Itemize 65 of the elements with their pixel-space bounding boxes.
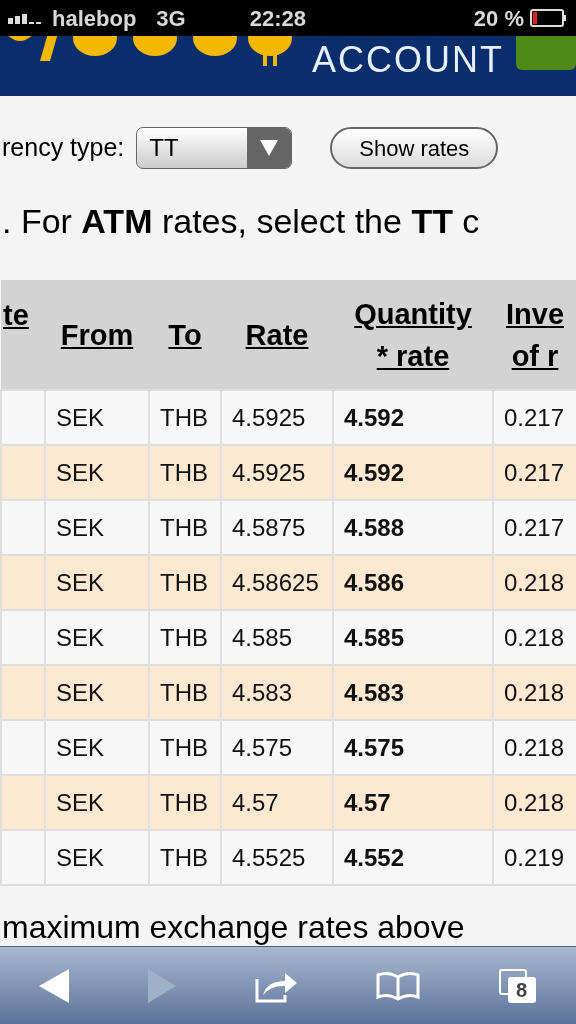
table-cell: 0.218 bbox=[504, 623, 565, 651]
table-cell: 4.592 bbox=[344, 458, 405, 486]
table-cell: SEK bbox=[56, 678, 105, 706]
table-cell: 4.575 bbox=[344, 733, 405, 761]
table-cell: SEK bbox=[56, 733, 105, 761]
column-header-link[interactable]: Rate bbox=[245, 313, 309, 356]
back-icon[interactable] bbox=[39, 969, 70, 1003]
column-header-link[interactable]: te bbox=[3, 293, 29, 336]
table-cell: 0.217 bbox=[504, 458, 565, 486]
table-cell: 4.5925 bbox=[232, 403, 306, 431]
table-cell: 4.575 bbox=[232, 733, 293, 761]
table-cell: 0.219 bbox=[504, 843, 565, 871]
field-label: rency type: bbox=[2, 132, 125, 164]
table-cell: 4.583 bbox=[232, 678, 293, 706]
table-cell: 0.218 bbox=[504, 678, 565, 706]
currency-dropdown[interactable]: TT bbox=[136, 127, 293, 169]
table-cell: THB bbox=[160, 843, 208, 871]
table-cell: 4.592 bbox=[344, 403, 405, 431]
banner-title: ACCOUNT bbox=[312, 38, 504, 82]
battery-icon bbox=[530, 9, 568, 27]
table-cell: 4.57 bbox=[232, 788, 279, 816]
column-header-link[interactable]: Quantity * rate bbox=[354, 292, 472, 377]
table-cell: 4.5525 bbox=[232, 843, 306, 871]
table-cell: SEK bbox=[56, 788, 105, 816]
table-cell: 0.217 bbox=[504, 403, 565, 431]
table-cell: 4.552 bbox=[344, 843, 405, 871]
table-cell: 4.586 bbox=[344, 568, 405, 596]
table-cell: 4.585 bbox=[232, 623, 293, 651]
dropdown-arrow-icon bbox=[260, 140, 279, 156]
table-cell: THB bbox=[160, 678, 208, 706]
table-cell: 0.218 bbox=[504, 788, 565, 816]
table-cell: 4.583 bbox=[344, 678, 405, 706]
battery-percent: 20 % bbox=[473, 4, 524, 33]
table-cell: 4.57 bbox=[344, 788, 391, 816]
show-rates-button[interactable]: Show rates bbox=[330, 127, 499, 169]
bookmarks-icon[interactable] bbox=[375, 971, 420, 1001]
body-text: maximum exchange rates above bbox=[1, 908, 466, 946]
table-cell: THB bbox=[160, 623, 208, 651]
table-cell: SEK bbox=[56, 403, 105, 431]
table-cell: SEK bbox=[56, 623, 105, 651]
table-cell: SEK bbox=[56, 513, 105, 541]
table-cell: THB bbox=[160, 733, 208, 761]
network-type: 3G bbox=[156, 4, 186, 33]
column-header-link[interactable]: Inve of r bbox=[506, 292, 564, 377]
table-cell: SEK bbox=[56, 568, 105, 596]
table-cell: 4.585 bbox=[344, 623, 405, 651]
table-cell: THB bbox=[160, 788, 208, 816]
table-cell: 4.5925 bbox=[232, 458, 306, 486]
carrier-name: halebop bbox=[52, 4, 137, 33]
table-cell: SEK bbox=[56, 458, 105, 486]
instruction-text: . For ATM rates, select the TT c bbox=[2, 201, 481, 242]
table-cell: 0.218 bbox=[504, 733, 565, 761]
table-cell: THB bbox=[160, 513, 208, 541]
table-cell: THB bbox=[160, 403, 208, 431]
column-header-link[interactable]: From bbox=[60, 313, 134, 356]
table-cell: SEK bbox=[56, 843, 105, 871]
table-cell: 0.217 bbox=[504, 513, 565, 541]
table-cell: 4.58625 bbox=[232, 568, 319, 596]
table-cell: 4.5875 bbox=[232, 513, 306, 541]
table-cell: THB bbox=[160, 458, 208, 486]
table-cell: 0.218 bbox=[504, 568, 565, 596]
column-header-link[interactable]: To bbox=[168, 313, 202, 356]
table-cell: THB bbox=[160, 568, 208, 596]
table-cell: 4.588 bbox=[344, 513, 405, 541]
clock: 22:28 bbox=[249, 4, 306, 33]
